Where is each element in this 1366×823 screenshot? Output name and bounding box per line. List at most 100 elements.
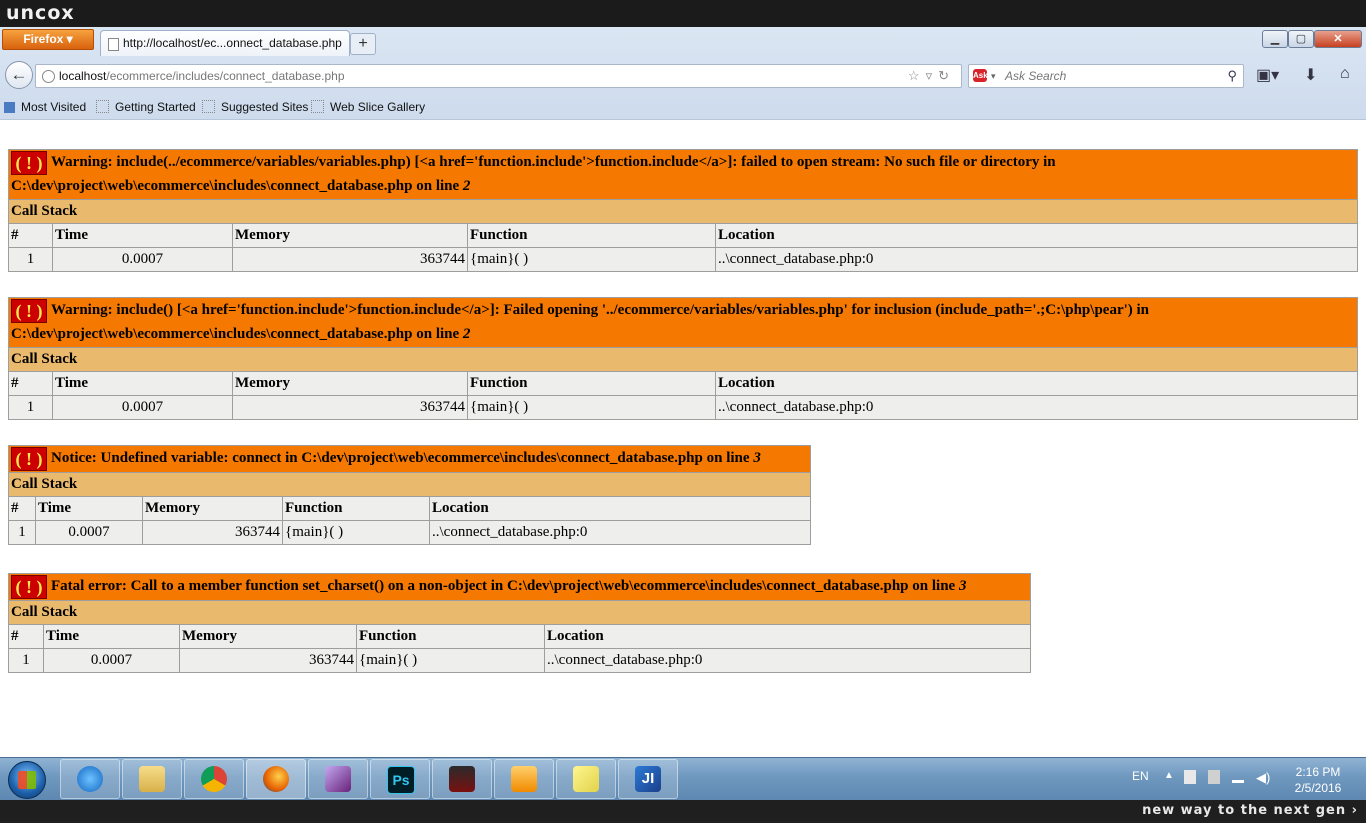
reload-icon[interactable]: ↻ [938, 68, 955, 83]
error-message: Notice: Undefined variable: connect in C… [51, 450, 754, 466]
column-header-memory: Memory [232, 223, 468, 248]
error-line-number: 2 [462, 326, 471, 342]
browser-chrome: Firefox ▾ http://localhost/ec...onnect_d… [0, 27, 1366, 120]
url-path: /ecommerce/includes/connect_database.php [106, 69, 345, 83]
page-icon [108, 38, 119, 51]
cell-function: {main}( ) [282, 520, 430, 545]
system-tray: EN ▲ ◀) 2:16 PM 2/5/2016 [1128, 758, 1366, 800]
volume-icon[interactable]: ◀) [1256, 770, 1270, 785]
maximize-button[interactable]: ▢ [1288, 30, 1314, 48]
search-engine-dropdown-icon[interactable]: ▾ [991, 65, 996, 87]
table-row: 1 0.0007 363744 {main}( ) ..\connect_dat… [8, 648, 1031, 673]
error-message: Fatal error: Call to a member function s… [51, 578, 959, 594]
cell-time: 0.0007 [52, 247, 233, 272]
taskbar-game[interactable] [432, 759, 492, 799]
column-header-memory: Memory [179, 624, 357, 649]
cell-memory: 363744 [232, 247, 468, 272]
error-message: Warning: include() [<a href='function.in… [11, 302, 1150, 342]
cell-time: 0.0007 [43, 648, 180, 673]
bookmark-web-slice-gallery[interactable]: Web Slice Gallery [311, 99, 425, 115]
page-content: ( ! ) Warning: include(../ecommerce/varia… [0, 120, 1366, 757]
clock[interactable]: 2:16 PM 2/5/2016 [1286, 764, 1350, 796]
downloads-icon[interactable]: ⬇ [1304, 65, 1317, 85]
taskbar-intellij[interactable]: JI [618, 759, 678, 799]
search-bar[interactable]: Ask ▾ Ask Search ⚲ [968, 64, 1244, 88]
column-header-function: Function [467, 371, 716, 396]
taskbar-sticky-notes[interactable] [556, 759, 616, 799]
column-header-number: # [8, 496, 36, 521]
url-text: localhost/ecommerce/includes/connect_dat… [59, 65, 345, 87]
os-bottom-strip: new way to the next gen › [0, 800, 1366, 823]
cell-memory: 363744 [232, 395, 468, 420]
error-icon: ( ! ) [11, 575, 47, 599]
action-center-flag-icon[interactable] [1184, 770, 1196, 784]
show-hidden-icons-icon[interactable]: ▲ [1164, 770, 1176, 784]
cell-time: 0.0007 [52, 395, 233, 420]
bookmark-getting-started[interactable]: Getting Started [96, 99, 196, 115]
close-button[interactable]: ✕ [1314, 30, 1362, 48]
call-stack-header: Call Stack [8, 199, 1358, 224]
bookmark-suggested-sites[interactable]: Suggested Sites [202, 99, 308, 115]
error-icon: ( ! ) [11, 151, 47, 175]
bookmarks-menu-icon[interactable]: ▣▾ [1256, 65, 1279, 85]
column-header-location: Location [429, 496, 811, 521]
bookmark-most-visited[interactable]: Most Visited [4, 99, 86, 115]
windows-logo-icon [18, 771, 36, 789]
column-header-number: # [8, 223, 53, 248]
error-line-number: 3 [958, 578, 967, 594]
column-header-function: Function [282, 496, 430, 521]
column-header-location: Location [715, 371, 1358, 396]
cell-location: ..\connect_database.php:0 [715, 395, 1358, 420]
taskbar-firefox[interactable] [246, 759, 306, 799]
error-table-3: ( ! ) Notice: Undefined variable: connect… [8, 445, 811, 545]
bookmark-star-icon[interactable]: ☆ [908, 68, 926, 83]
column-header-memory: Memory [142, 496, 283, 521]
browser-tab[interactable]: http://localhost/ec...onnect_database.ph… [100, 30, 350, 56]
error-line-number: 2 [462, 178, 471, 194]
navigation-bar: ← localhost/ecommerce/includes/connect_d… [0, 58, 1366, 92]
column-header-time: Time [52, 371, 233, 396]
media-player-icon [511, 766, 537, 792]
search-input[interactable]: Ask Search [1005, 65, 1066, 87]
search-icon[interactable]: ⚲ [1227, 65, 1237, 87]
error-table-1: ( ! ) Warning: include(../ecommerce/varia… [8, 149, 1358, 272]
taskbar-photoshop[interactable]: Ps [370, 759, 430, 799]
column-header-number: # [8, 371, 53, 396]
firefox-menu-button[interactable]: Firefox ▾ [2, 29, 94, 50]
call-stack-header: Call Stack [8, 600, 1031, 625]
ask-logo-icon[interactable]: Ask [973, 69, 988, 82]
taskbar-visual-studio[interactable] [308, 759, 368, 799]
url-bar[interactable]: localhost/ecommerce/includes/connect_dat… [35, 64, 962, 88]
new-tab-button[interactable]: + [350, 33, 376, 55]
language-indicator[interactable]: EN [1132, 769, 1149, 783]
bookmark-page-icon [311, 100, 324, 113]
taskbar-media-player[interactable] [494, 759, 554, 799]
column-header-memory: Memory [232, 371, 468, 396]
device-icon[interactable] [1208, 770, 1220, 784]
bookmark-page-icon [202, 100, 215, 113]
game-icon [449, 766, 475, 792]
os-slogan: new way to the next gen › [1142, 803, 1358, 818]
network-signal-icon[interactable] [1232, 770, 1244, 783]
sticky-notes-icon [573, 766, 599, 792]
taskbar-file-explorer[interactable] [122, 759, 182, 799]
call-stack-header: Call Stack [8, 347, 1358, 372]
cell-memory: 363744 [179, 648, 357, 673]
photoshop-icon: Ps [387, 766, 415, 794]
taskbar: Ps JI EN ▲ ◀) 2:16 PM 2/5/2016 [0, 757, 1366, 800]
start-button[interactable] [8, 761, 46, 799]
taskbar-internet-explorer[interactable] [60, 759, 120, 799]
error-table-4: ( ! ) Fatal error: Call to a member funct… [8, 573, 1031, 673]
taskbar-chrome[interactable] [184, 759, 244, 799]
os-brand-logo: uncox [6, 2, 75, 24]
globe-icon [42, 70, 55, 83]
clock-time: 2:16 PM [1295, 765, 1341, 779]
tab-title: http://localhost/ec...onnect_database.ph… [123, 36, 342, 50]
dropdown-arrow-icon[interactable]: ▿ [926, 68, 939, 83]
cell-time: 0.0007 [35, 520, 143, 545]
minimize-button[interactable]: ▁ [1262, 30, 1288, 48]
back-button[interactable]: ← [5, 61, 33, 89]
error-table-2: ( ! ) Warning: include() [<a href='functi… [8, 297, 1358, 420]
home-icon[interactable]: ⌂ [1340, 65, 1350, 83]
error-message-header: ( ! ) Notice: Undefined variable: connect… [8, 445, 811, 473]
